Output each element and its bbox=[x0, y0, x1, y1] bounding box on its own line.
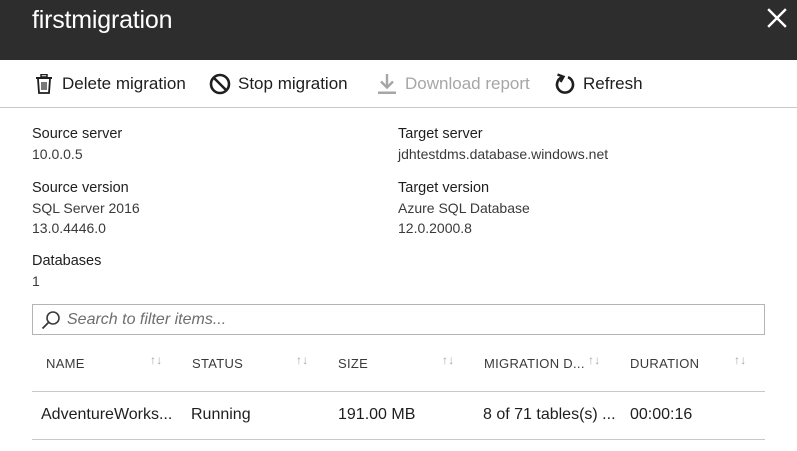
source-server-label: Source server bbox=[32, 126, 123, 142]
source-server-value: 10.0.0.5 bbox=[32, 146, 83, 162]
sort-icon[interactable]: ↑↓ bbox=[734, 353, 747, 367]
trash-icon bbox=[33, 73, 55, 95]
download-report-button[interactable]: Download report bbox=[376, 72, 530, 96]
target-server-property: Target server jdhtestdms.database.window… bbox=[398, 124, 608, 164]
table-row[interactable]: AdventureWorks... Running 191.00 MB 8 of… bbox=[32, 392, 765, 440]
stop-migration-label: Stop migration bbox=[238, 74, 348, 93]
table-header: NAME ↑↓ STATUS ↑↓ SIZE ↑↓ MIGRATION D...… bbox=[32, 340, 765, 392]
stop-migration-button[interactable]: Stop migration bbox=[209, 72, 348, 96]
sort-icon[interactable]: ↑↓ bbox=[296, 353, 309, 367]
target-version-name: Azure SQL Database bbox=[398, 200, 530, 216]
refresh-button[interactable]: Refresh bbox=[554, 72, 643, 96]
blade-header: firstmigration bbox=[0, 0, 797, 60]
delete-migration-button[interactable]: Delete migration bbox=[33, 72, 186, 96]
database-migration-table: NAME ↑↓ STATUS ↑↓ SIZE ↑↓ MIGRATION D...… bbox=[32, 340, 765, 440]
filter-search-input[interactable] bbox=[67, 310, 727, 329]
column-header-duration[interactable]: DURATION ↑↓ bbox=[630, 353, 746, 376]
cell-duration: 00:00:16 bbox=[630, 406, 693, 423]
source-version-name: SQL Server 2016 bbox=[32, 200, 140, 216]
target-version-label: Target version bbox=[398, 180, 490, 196]
filter-search-box[interactable] bbox=[32, 304, 765, 335]
source-version-label: Source version bbox=[32, 180, 129, 196]
stop-icon bbox=[209, 73, 231, 95]
refresh-icon bbox=[554, 73, 576, 95]
databases-value: 1 bbox=[32, 273, 40, 289]
column-header-name[interactable]: NAME ↑↓ bbox=[46, 353, 162, 376]
column-header-size[interactable]: SIZE ↑↓ bbox=[338, 353, 454, 376]
cell-name: AdventureWorks... bbox=[41, 406, 173, 423]
column-header-migration-details[interactable]: MIGRATION D... ↑↓ bbox=[484, 353, 600, 376]
download-report-label: Download report bbox=[405, 74, 530, 93]
download-icon bbox=[376, 73, 398, 95]
databases-property: Databases 1 bbox=[32, 251, 101, 291]
sort-icon[interactable]: ↑↓ bbox=[588, 353, 601, 367]
sort-icon[interactable]: ↑↓ bbox=[442, 353, 455, 367]
target-server-label: Target server bbox=[398, 126, 483, 142]
cell-status: Running bbox=[191, 406, 251, 423]
column-header-status[interactable]: STATUS ↑↓ bbox=[192, 353, 308, 376]
search-icon bbox=[41, 310, 61, 330]
target-version-property: Target version Azure SQL Database 12.0.2… bbox=[398, 178, 530, 238]
refresh-label: Refresh bbox=[583, 74, 643, 93]
source-server-property: Source server 10.0.0.5 bbox=[32, 124, 122, 164]
delete-migration-label: Delete migration bbox=[62, 74, 186, 93]
source-version-property: Source version SQL Server 2016 13.0.4446… bbox=[32, 178, 140, 238]
sort-icon[interactable]: ↑↓ bbox=[150, 353, 163, 367]
cell-migration-details: 8 of 71 tables(s) ... bbox=[483, 406, 616, 423]
target-version-number: 12.0.2000.8 bbox=[398, 220, 472, 236]
cell-size: 191.00 MB bbox=[338, 406, 416, 423]
command-toolbar: Delete migration Stop migration Download… bbox=[0, 60, 797, 108]
source-version-number: 13.0.4446.0 bbox=[32, 220, 106, 236]
target-server-value: jdhtestdms.database.windows.net bbox=[398, 146, 609, 162]
databases-label: Databases bbox=[32, 253, 102, 269]
close-icon[interactable] bbox=[767, 8, 787, 28]
blade-title: firstmigration bbox=[32, 6, 173, 34]
